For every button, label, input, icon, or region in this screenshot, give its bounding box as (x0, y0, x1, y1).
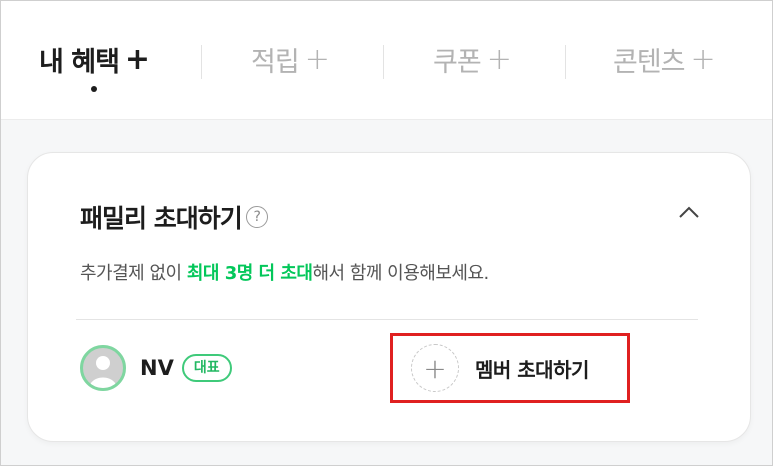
invite-member-button[interactable]: + 멤버 초대하기 (390, 333, 630, 403)
plus-icon: + (690, 41, 716, 77)
tab-divider (383, 45, 384, 79)
tab-divider (565, 45, 566, 79)
plus-icon: + (304, 41, 330, 77)
member-item: NV 대표 (80, 345, 232, 391)
tab-divider (201, 45, 202, 79)
tab-label: 쿠폰 (433, 46, 482, 78)
tab-label: 콘텐츠 (613, 46, 686, 78)
family-invite-card: 패밀리 초대하기 ? 추가결제 없이 최대 3명 더 초대해서 함께 이용해보세… (27, 152, 751, 442)
collapse-button[interactable] (674, 197, 704, 227)
card-title-text: 패밀리 초대하기 (80, 204, 243, 233)
card-title: 패밀리 초대하기 ? (80, 199, 268, 235)
desc-suffix: 해서 함께 이용해보세요. (312, 263, 490, 284)
plus-icon: + (411, 344, 459, 392)
tab-contents[interactable]: 콘텐츠 + (613, 39, 716, 79)
member-name: NV (140, 356, 174, 380)
owner-badge: 대표 (181, 354, 232, 382)
tab-label: 적립 (251, 46, 300, 78)
desc-highlight: 최대 3명 더 초대 (186, 263, 313, 284)
card-description: 추가결제 없이 최대 3명 더 초대해서 함께 이용해보세요. (80, 259, 489, 285)
tab-points[interactable]: 적립 + (251, 39, 330, 79)
content-area: 패밀리 초대하기 ? 추가결제 없이 최대 3명 더 초대해서 함께 이용해보세… (1, 120, 772, 465)
help-icon[interactable]: ? (245, 206, 268, 228)
invite-member-label: 멤버 초대하기 (475, 357, 589, 382)
tab-coupons[interactable]: 쿠폰 + (433, 39, 512, 79)
divider (76, 319, 698, 320)
chevron-up-icon (679, 206, 699, 218)
tab-bar: 내 혜택 + 적립 + 쿠폰 + 콘텐츠 + (1, 1, 772, 120)
plus-icon: + (124, 41, 150, 77)
user-silhouette-icon (89, 356, 117, 388)
active-tab-indicator (91, 86, 97, 92)
tab-my-benefits[interactable]: 내 혜택 + (39, 39, 150, 79)
desc-prefix: 추가결제 없이 (80, 263, 187, 284)
plus-icon: + (486, 41, 512, 77)
avatar (80, 345, 126, 391)
tab-label: 내 혜택 (39, 46, 120, 78)
